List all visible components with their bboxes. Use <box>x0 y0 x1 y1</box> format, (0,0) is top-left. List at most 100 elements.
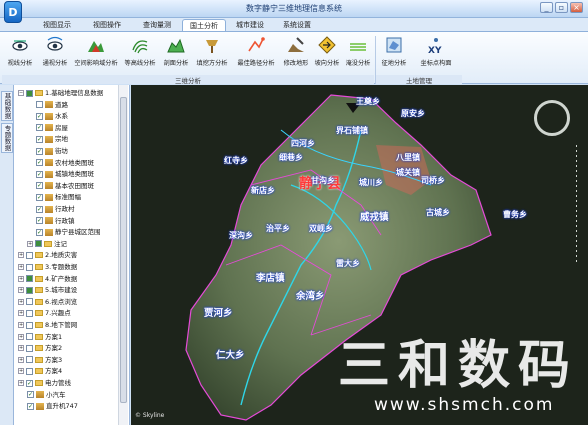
layer-checkbox[interactable]: ✓ <box>36 217 43 225</box>
tree-item[interactable]: + ✓ 电力管线 <box>18 378 71 388</box>
tree-item[interactable]: +6.视点浏览 <box>18 297 77 307</box>
tree-item[interactable]: +5.城市建设 <box>18 285 77 295</box>
expand-toggle-icon[interactable]: + <box>18 264 24 270</box>
expand-toggle-icon[interactable]: − <box>18 90 24 96</box>
tree-item[interactable]: + 注记 <box>27 239 67 249</box>
flood-analysis-button[interactable]: 淹没分析 <box>342 34 374 72</box>
tree-item[interactable]: ✓ 农村地类图斑 <box>36 158 94 168</box>
tree-item[interactable]: +7.兴趣点 <box>18 308 71 318</box>
modify-terrain-label: 修改地形 <box>283 60 309 67</box>
tree-item[interactable]: ✓ 基本农田图斑 <box>36 181 94 191</box>
layer-checkbox[interactable]: ✓ <box>36 193 43 201</box>
layer-checkbox[interactable] <box>35 240 42 248</box>
tree-item[interactable]: +2.地质灾害 <box>18 250 77 260</box>
tree-item[interactable]: ✓ 小汽车 <box>27 390 66 400</box>
tree-item[interactable]: ✓ 标准图幅 <box>36 192 81 202</box>
close-button[interactable]: × <box>570 2 583 13</box>
best-path-analysis-button[interactable]: 最佳路径分析 <box>232 34 280 72</box>
expand-toggle-icon[interactable]: + <box>18 287 24 294</box>
tree-item[interactable]: ✓ 房屋 <box>36 123 68 133</box>
cut-fill-analysis-button[interactable]: 填挖方分析 <box>192 34 232 72</box>
tree-item[interactable]: + 方案2 <box>18 343 62 353</box>
tree-item[interactable]: ✓ 静宁县城区范围 <box>36 227 101 237</box>
tree-item[interactable]: ✓ 直升机747 <box>27 401 78 411</box>
layer-checkbox[interactable]: ✓ <box>36 170 43 178</box>
tab-view-display[interactable]: 视图显示 <box>32 19 82 31</box>
layer-checkbox[interactable]: ✓ <box>27 402 34 410</box>
minimize-button[interactable]: _ <box>540 2 553 13</box>
layer-checkbox[interactable] <box>26 309 33 317</box>
tree-item[interactable]: + 方案4 <box>18 366 62 376</box>
expand-toggle-icon[interactable]: + <box>18 345 24 352</box>
tree-item[interactable]: + 方案1 <box>18 332 62 342</box>
layer-checkbox[interactable]: ✓ <box>36 124 43 132</box>
contour-analysis-button[interactable]: 等高线分析 <box>120 34 160 72</box>
layer-checkbox[interactable]: ✓ <box>36 112 43 120</box>
expand-toggle-icon[interactable]: + <box>18 380 24 386</box>
expand-toggle-icon[interactable]: + <box>18 252 24 259</box>
layer-checkbox[interactable] <box>26 356 33 364</box>
layer-checkbox[interactable] <box>26 344 33 352</box>
expand-toggle-icon[interactable]: + <box>18 368 24 375</box>
expand-toggle-icon[interactable]: + <box>18 310 24 317</box>
tree-item[interactable]: ✓ 行政村 <box>36 204 75 214</box>
layer-checkbox[interactable] <box>36 101 43 109</box>
layer-checkbox[interactable] <box>26 298 33 306</box>
tree-item[interactable]: ✓ 城镇地类图斑 <box>36 169 94 179</box>
layer-checkbox[interactable] <box>26 263 33 271</box>
profile-analysis-button[interactable]: 剖面分析 <box>160 34 192 72</box>
zoom-slider[interactable] <box>575 145 578 265</box>
layer-icon <box>45 170 53 178</box>
layer-checkbox[interactable]: ✓ <box>36 228 43 236</box>
coordinate-polygon-button[interactable]: XY 坐标点构面 <box>412 34 460 72</box>
sightline-analysis-button[interactable]: 视线分析 <box>2 34 38 72</box>
spatial-influence-button[interactable]: 空间影响域分析 <box>72 34 120 72</box>
layer-checkbox[interactable]: ✓ <box>36 135 43 143</box>
tab-land-analysis[interactable]: 国土分析 <box>182 19 226 31</box>
layer-checkbox[interactable]: ✓ <box>36 205 43 213</box>
expand-toggle-icon[interactable]: + <box>18 275 24 282</box>
visibility-analysis-button[interactable]: 通视分析 <box>38 34 72 72</box>
expand-toggle-icon[interactable]: + <box>18 333 24 340</box>
layer-checkbox[interactable] <box>26 275 33 283</box>
tree-item[interactable]: +8.地下管网 <box>18 320 77 330</box>
layer-checkbox[interactable]: ✓ <box>36 147 43 155</box>
tree-item[interactable]: ✓ 街坊 <box>36 146 68 156</box>
tab-system-settings[interactable]: 系统设置 <box>274 19 320 31</box>
tree-item[interactable]: ✓ 宗地 <box>36 134 68 144</box>
layer-checkbox[interactable]: ✓ <box>36 182 43 190</box>
layer-checkbox[interactable] <box>26 251 33 259</box>
layer-checkbox[interactable] <box>26 286 33 294</box>
restore-button[interactable]: ▫ <box>555 2 568 13</box>
layer-checkbox[interactable] <box>26 333 33 341</box>
tree-scrollbar[interactable] <box>118 85 128 425</box>
tree-item[interactable]: 道路 <box>36 100 68 110</box>
tree-item[interactable]: ✓ 行政镇 <box>36 216 75 226</box>
land-acquisition-button[interactable]: 征地分析 <box>377 34 411 72</box>
tree-item[interactable]: ✓ 水系 <box>36 111 68 121</box>
compass-widget[interactable] <box>534 100 570 136</box>
layer-checkbox[interactable] <box>26 321 33 329</box>
modify-terrain-button[interactable]: 修改地形 <box>280 34 312 72</box>
expand-toggle-icon[interactable]: + <box>27 240 33 247</box>
scrollbar-thumb[interactable] <box>120 97 127 403</box>
expand-toggle-icon[interactable]: + <box>18 356 24 363</box>
tab-basic-data[interactable]: 基础数据 <box>1 91 13 121</box>
tree-item[interactable]: + 方案3 <box>18 355 62 365</box>
layer-checkbox[interactable]: ✓ <box>27 391 34 399</box>
layer-checkbox[interactable] <box>26 367 33 375</box>
tab-query-measure[interactable]: 查询量测 <box>132 19 182 31</box>
tree-item[interactable]: − 1.基础地理信息数据 <box>18 88 103 98</box>
slope-direction-button[interactable]: 坡向分析 <box>312 34 342 72</box>
map-view[interactable]: 静宁县 原安乡 王奠乡 李店镇 红寺乡 细巷乡 城关镇 贾河乡 仁大乡 余湾乡 … <box>131 85 588 425</box>
layer-checkbox[interactable]: ✓ <box>36 159 43 167</box>
tab-thematic-data[interactable]: 专题数据 <box>1 123 13 153</box>
tree-item[interactable]: +4.矿产数据 <box>18 274 77 284</box>
expand-toggle-icon[interactable]: + <box>18 322 24 328</box>
tab-urban-construction[interactable]: 城市建设 <box>226 19 274 31</box>
layer-checkbox[interactable] <box>26 89 33 97</box>
layer-checkbox[interactable]: ✓ <box>26 379 33 387</box>
expand-toggle-icon[interactable]: + <box>18 298 24 305</box>
tab-view-operation[interactable]: 视图操作 <box>82 19 132 31</box>
tree-item[interactable]: +3.专题数据 <box>18 262 77 272</box>
